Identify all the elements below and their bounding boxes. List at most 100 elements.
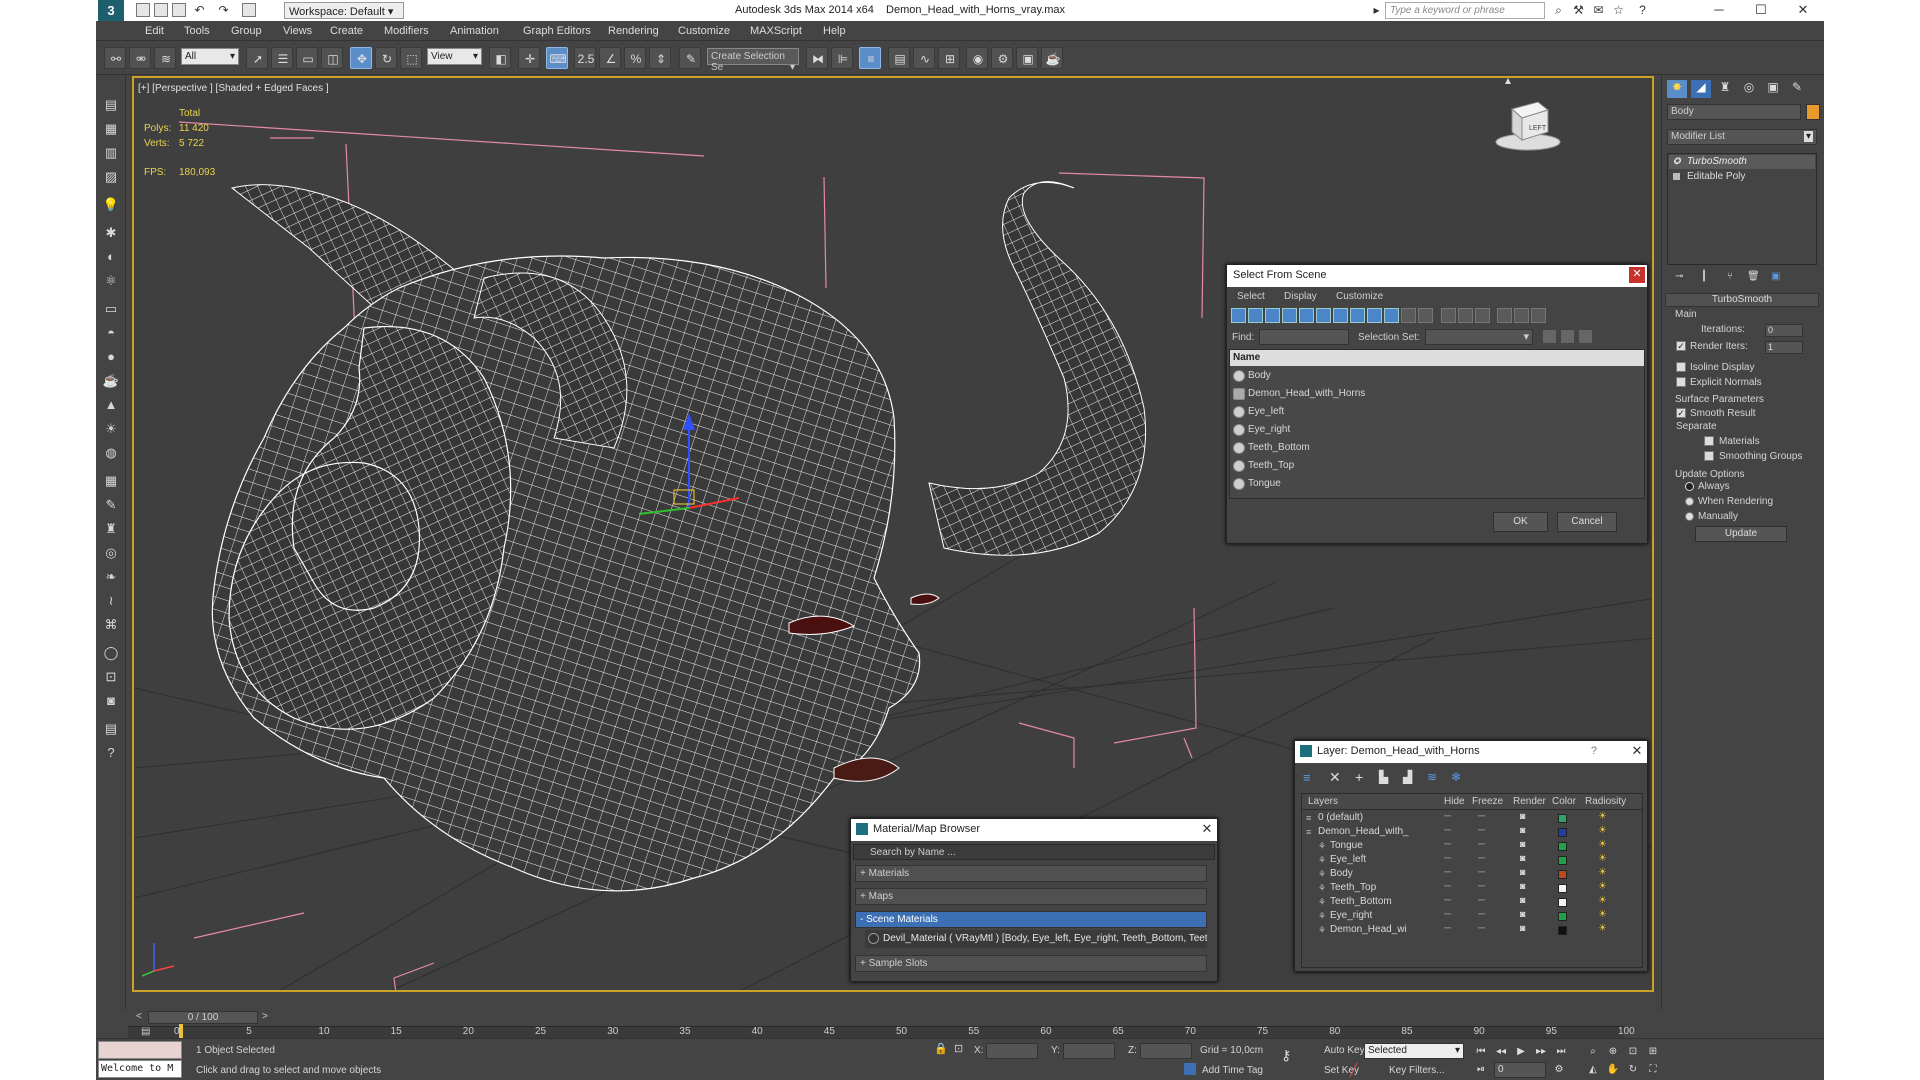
hide-toggle[interactable]: ─	[1444, 923, 1451, 934]
cloth-icon[interactable]: ⌘	[101, 615, 121, 635]
render-toggle-icon[interactable]: ◙	[1520, 853, 1525, 863]
sample-slots-group[interactable]: + Sample Slots	[855, 955, 1207, 972]
time-tag-icon[interactable]	[1184, 1063, 1196, 1075]
filter-lights-icon[interactable]	[1265, 308, 1280, 323]
when-rendering-radio[interactable]	[1685, 497, 1694, 506]
rectangular-selection-icon[interactable]: ▭	[296, 47, 318, 69]
time-config-icon[interactable]: ⚙	[1552, 1063, 1566, 1077]
spinner-snap-icon[interactable]: ⇕	[649, 47, 671, 69]
display-all-icon[interactable]	[1441, 308, 1456, 323]
menu-modifiers[interactable]: Modifiers	[384, 25, 429, 37]
previous-frame-icon[interactable]: ◂◂	[1494, 1045, 1508, 1059]
select-by-name-icon[interactable]: ☰	[271, 47, 293, 69]
display-list-icon[interactable]: ▨	[101, 167, 121, 187]
freeze-toggle[interactable]: ─	[1478, 811, 1485, 822]
lock-selection-icon[interactable]: 🔒	[934, 1042, 948, 1055]
track-bar[interactable]	[128, 1026, 1624, 1038]
modify-tab-icon[interactable]: ◢	[1691, 80, 1711, 98]
key-mode-toggle-icon[interactable]: ⏯	[1474, 1063, 1488, 1077]
layer-color-swatch[interactable]	[1558, 912, 1567, 921]
radiosity-icon[interactable]: ☀	[1598, 825, 1607, 836]
go-to-start-icon[interactable]: ⏮	[1474, 1045, 1488, 1059]
close-button[interactable]: ✕	[1788, 2, 1818, 19]
update-button[interactable]: Update	[1695, 526, 1787, 542]
hierarchy-view-icon[interactable]	[1514, 308, 1529, 323]
render-iters-checkbox[interactable]: ✓	[1676, 341, 1686, 351]
sfs-object-row[interactable]: Teeth_Bottom	[1230, 439, 1644, 457]
freeze-toggle[interactable]: ─	[1478, 825, 1485, 836]
current-frame-field[interactable]: 0	[1494, 1062, 1546, 1078]
material-browser-search[interactable]: Search by Name ...	[853, 844, 1215, 860]
schematic-view-icon[interactable]: ⊞	[938, 47, 960, 69]
auto-key-button[interactable]: Auto Key	[1324, 1045, 1365, 1056]
freeze-toggle[interactable]: ─	[1478, 839, 1485, 850]
window-crossing-icon[interactable]: ◫	[321, 47, 343, 69]
absolute-mode-icon[interactable]: ⊡	[954, 1042, 963, 1055]
menu-graph-editors[interactable]: Graph Editors	[523, 25, 591, 37]
viewport-label[interactable]: [+] [Perspective ] [Shaded + Edged Faces…	[138, 83, 329, 94]
display-none-icon[interactable]	[1458, 308, 1473, 323]
globe-icon[interactable]: ◎	[101, 543, 121, 563]
open-file-icon[interactable]	[154, 3, 168, 17]
menu-group[interactable]: Group	[231, 25, 262, 37]
filter-frozen-icon[interactable]	[1401, 308, 1416, 323]
filter-shapes-icon[interactable]	[1248, 308, 1263, 323]
maps-group[interactable]: + Maps	[855, 888, 1207, 905]
filter-cameras-icon[interactable]	[1282, 308, 1297, 323]
sfs-save-set-icon[interactable]	[1543, 330, 1556, 343]
menu-help[interactable]: Help	[823, 25, 846, 37]
stack-item-turbosmooth[interactable]: ✪ TurboSmooth	[1669, 155, 1815, 169]
material-browser-close-button[interactable]: ✕	[1199, 821, 1215, 837]
keyboard-shortcut-override-icon[interactable]: ⌨	[546, 47, 568, 69]
devil-material-item[interactable]: Devil_Material ( VRayMtl ) [Body, Eye_le…	[865, 930, 1207, 948]
hide-toggle[interactable]: ─	[1444, 811, 1451, 822]
subscription-icon[interactable]: ⚒	[1571, 3, 1586, 18]
hide-toggle[interactable]: ─	[1444, 853, 1451, 864]
new-file-icon[interactable]	[136, 3, 150, 17]
render-iters-spinner[interactable]: 1	[1765, 341, 1803, 354]
layer-row[interactable]: ⚘ Demon_Head_wi ─ ─ ◙ ☀	[1302, 923, 1642, 940]
object-color-swatch[interactable]	[1806, 104, 1820, 120]
hierarchy-icon[interactable]: ▥	[101, 143, 121, 163]
select-in-layer-icon[interactable]: ▙	[1379, 770, 1388, 784]
maxscript-listener-top[interactable]	[98, 1041, 182, 1059]
select-and-rotate-icon[interactable]: ↻	[375, 47, 397, 69]
zoom-all-icon[interactable]: ⊕	[1606, 1045, 1620, 1059]
sun-icon[interactable]: ☀	[101, 419, 121, 439]
hide-toggle[interactable]: ─	[1444, 825, 1451, 836]
radiosity-icon[interactable]: ☀	[1598, 895, 1607, 906]
col-render[interactable]: Render	[1513, 796, 1546, 807]
rollout-header[interactable]: TurboSmooth	[1665, 293, 1819, 307]
filter-helpers-icon[interactable]	[1299, 308, 1314, 323]
highlight-layer-icon[interactable]: ▟	[1403, 770, 1412, 784]
sfs-object-row[interactable]: Teeth_Top	[1230, 457, 1644, 475]
col-radiosity[interactable]: Radiosity	[1585, 796, 1626, 807]
filter-containers-icon[interactable]	[1384, 308, 1399, 323]
select-and-scale-icon[interactable]: ⬚	[400, 47, 422, 69]
sfs-menu-display[interactable]: Display	[1284, 291, 1317, 302]
zoom-icon[interactable]: ⌕	[1586, 1045, 1600, 1059]
col-layers[interactable]: Layers	[1308, 796, 1338, 807]
orbit-icon[interactable]: ↻	[1626, 1063, 1640, 1077]
utilities-tab-icon[interactable]: ✎	[1787, 80, 1807, 98]
freeze-toggle[interactable]: ─	[1478, 853, 1485, 864]
scene-materials-group[interactable]: - Scene Materials	[855, 911, 1207, 928]
sfs-cancel-button[interactable]: Cancel	[1557, 512, 1617, 532]
undo-icon[interactable]: ↶	[192, 3, 207, 18]
sfs-object-row[interactable]: Body	[1230, 367, 1644, 385]
menu-tools[interactable]: Tools	[184, 25, 210, 37]
motion-tab-icon[interactable]: ◎	[1739, 80, 1759, 98]
hierarchy-tab-icon[interactable]: ♜	[1715, 80, 1735, 98]
hide-toggle[interactable]: ─	[1444, 895, 1451, 906]
modifier-list-dropdown[interactable]: Modifier List ▾	[1667, 129, 1817, 145]
menu-views[interactable]: Views	[283, 25, 312, 37]
layer-color-swatch[interactable]	[1558, 814, 1567, 823]
sfs-object-row[interactable]: Eye_right	[1230, 421, 1644, 439]
radiosity-icon[interactable]: ☀	[1598, 853, 1607, 864]
frame-next-button[interactable]: >	[262, 1011, 272, 1023]
asset-tracking-icon[interactable]: ◙	[101, 691, 121, 711]
particles-icon[interactable]: ⚛	[101, 271, 121, 291]
save-file-icon[interactable]	[172, 3, 186, 17]
freeze-toggle[interactable]: ─	[1478, 909, 1485, 920]
project-folder-icon[interactable]	[242, 3, 256, 17]
